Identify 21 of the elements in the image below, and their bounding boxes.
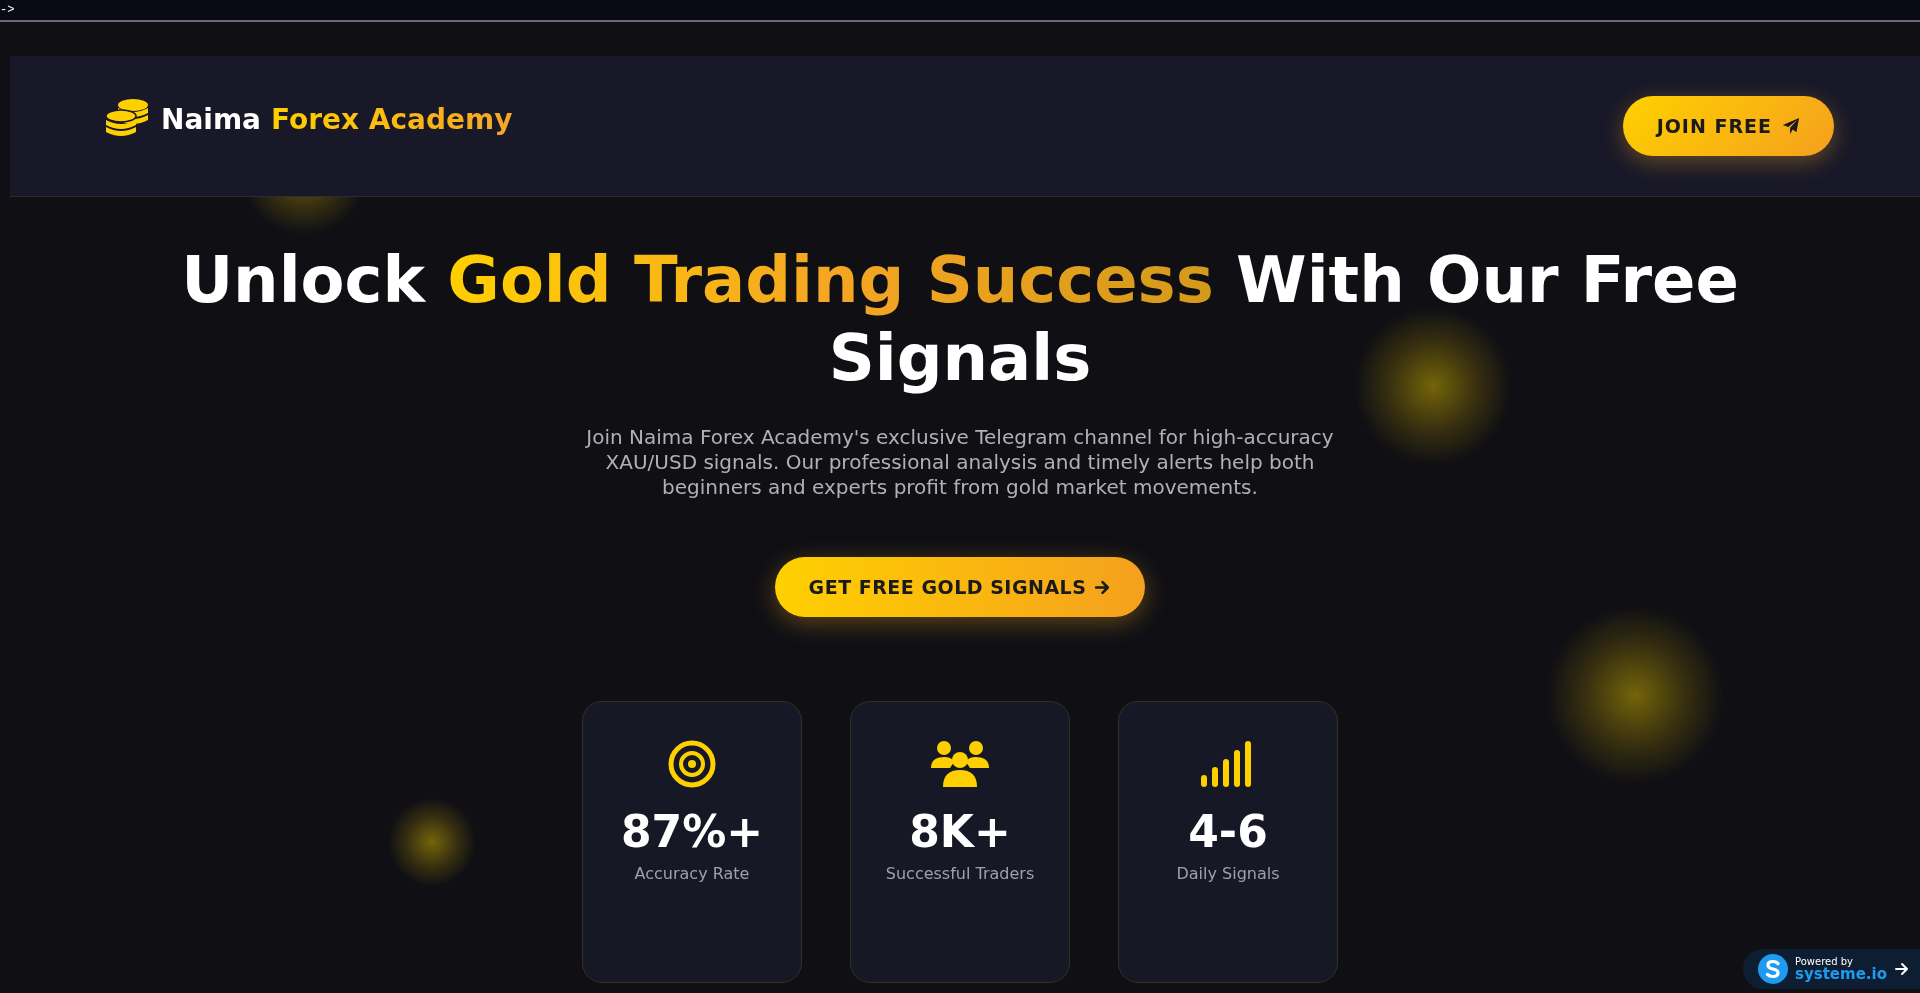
arrow-right-icon [1094, 578, 1112, 596]
stat-value: 4-6 [1188, 805, 1268, 859]
stat-value: 87%+ [620, 805, 764, 859]
arrow-right-icon [1894, 961, 1910, 977]
powered-by-badge[interactable]: Powered by systeme.io [1743, 949, 1920, 989]
badge-brand: systeme.io [1795, 966, 1887, 982]
users-icon [930, 740, 990, 788]
stat-label: Accuracy Rate [634, 864, 750, 883]
badge-caption: Powered by [1795, 956, 1854, 967]
hero-headline: Unlock Gold Trading Success With Our Free Signals [180, 242, 1740, 397]
stat-value: 8K+ [909, 805, 1011, 859]
stat-label: Successful Traders [885, 864, 1035, 883]
signals-button[interactable]: GET FREE GOLD SIGNALS [774, 557, 1146, 617]
paper-plane-icon [1782, 117, 1800, 135]
target-icon [668, 740, 716, 788]
brand-name: Naima [161, 102, 261, 136]
s-logo-icon [1758, 954, 1789, 984]
hero-description: Join Naima Forex Academy's exclusive Telegram channel for high-accuracy XAU/USD signals. Our professional analysis and timely alerts help both beginners and experts profit from gold market movements. [584, 425, 1335, 500]
code-text: -> [0, 3, 15, 17]
join-button[interactable]: JOIN FREE [1622, 96, 1834, 156]
stat-label: Daily Signals [1176, 864, 1280, 883]
